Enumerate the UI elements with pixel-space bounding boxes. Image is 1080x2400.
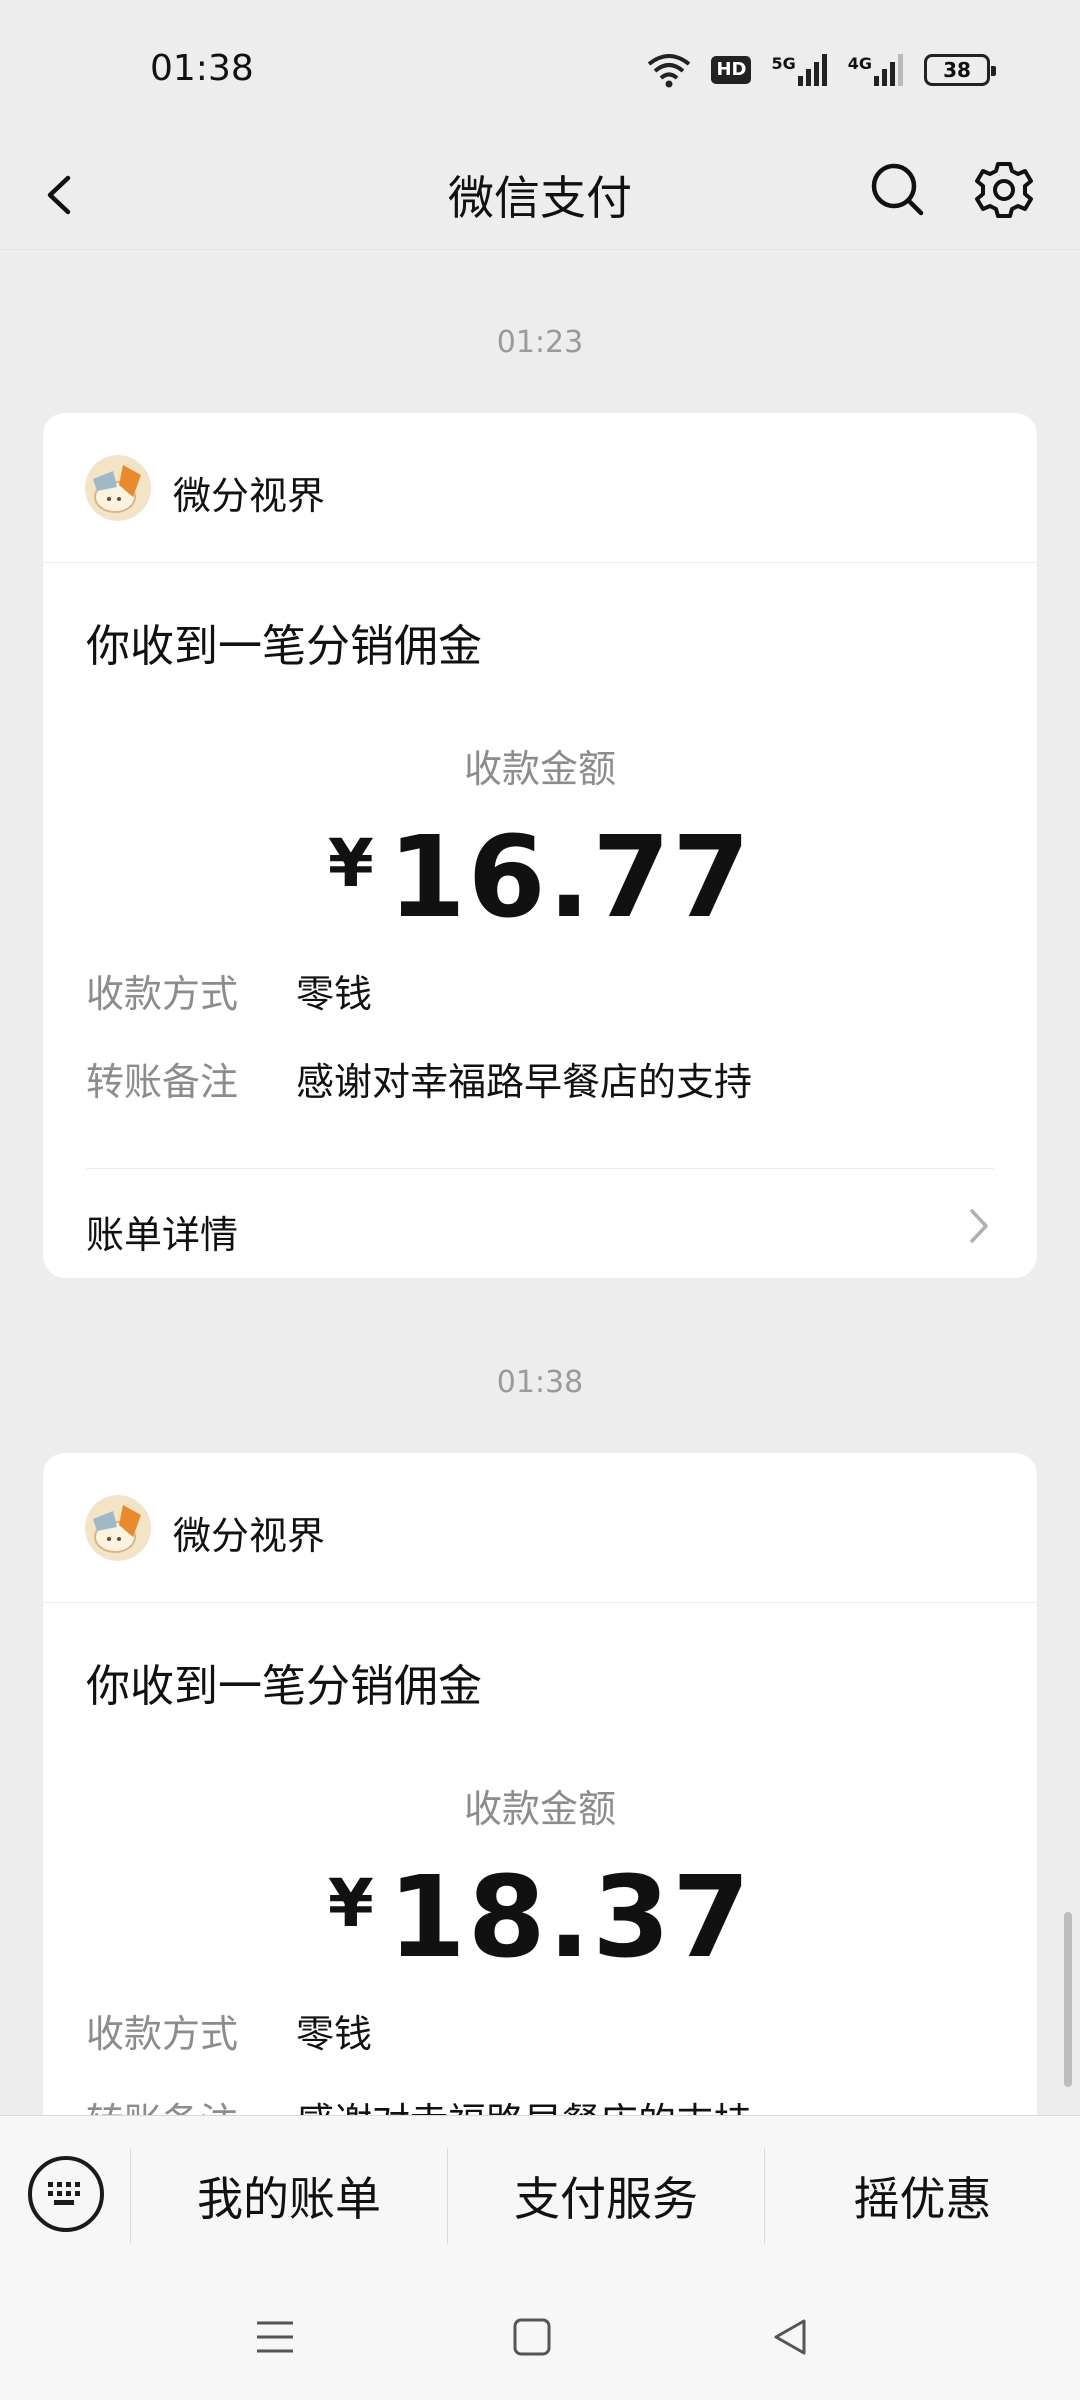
nav-menu-button[interactable] [245, 2307, 305, 2367]
signal-icon [874, 54, 903, 86]
payment-card[interactable]: 微分视界 你收到一笔分销佣金 收款金额 ¥16.77 收款方式 零钱 转账备注 感谢… [43, 413, 1037, 1278]
payment-method-row: 收款方式 零钱 [86, 2003, 372, 2058]
payment-card[interactable]: 微分视界 你收到一笔分销佣金 收款金额 ¥18.37 收款方式 零钱 转账备注感谢… [43, 1453, 1037, 2115]
home-icon [513, 2318, 551, 2356]
card-title: 你收到一笔分销佣金 [86, 621, 482, 672]
menu-my-bills[interactable]: 我的账单 [131, 2116, 447, 2276]
keyboard-icon [48, 2182, 80, 2205]
search-icon [871, 163, 924, 216]
bill-detail-label: 账单详情 [86, 1213, 239, 1257]
transfer-note-label: 转账备注 [86, 2091, 296, 2115]
card-header: 微分视界 [43, 413, 1037, 563]
search-button[interactable] [862, 154, 934, 226]
currency-symbol: ¥ [327, 825, 376, 902]
message-list[interactable]: 01:23 微分视界 你收到一笔分销佣金 收款金额 ¥16.77 收款方式 零钱 … [0, 250, 1080, 2115]
currency-symbol: ¥ [327, 1865, 376, 1942]
payment-method-value: 零钱 [296, 2012, 373, 2056]
transfer-note-row: 转账备注 感谢对幸福路早餐店的支持 [86, 1051, 752, 1106]
chevron-right-icon [970, 1209, 988, 1243]
menu-icon [257, 2321, 293, 2353]
message-timestamp: 01:38 [496, 1365, 584, 1400]
back-triangle-icon [774, 2319, 806, 2355]
card-header: 微分视界 [43, 1453, 1037, 1603]
back-button[interactable] [36, 162, 96, 228]
amount-value: ¥18.37 [43, 1853, 1037, 1983]
avatar [85, 1495, 151, 1561]
amount-label: 收款金额 [463, 747, 616, 791]
payment-method-value: 零钱 [296, 972, 373, 1016]
payment-method-row: 收款方式 零钱 [86, 963, 372, 1018]
status-bar: 01:38 HD 5G 4G 38 [0, 0, 1080, 140]
status-time: 01:38 [150, 48, 254, 89]
status-icons: HD 5G 4G 38 [647, 48, 996, 92]
menu-payment-services[interactable]: 支付服务 [448, 2116, 764, 2276]
scrollbar[interactable] [1064, 1912, 1072, 2087]
hd-badge: HD [711, 56, 752, 84]
bill-detail-link[interactable]: 账单详情 [86, 1169, 994, 1279]
nav-back-button[interactable] [760, 2307, 820, 2367]
net-5g-label: 5G [771, 54, 796, 73]
transfer-note-value: 感谢对幸福路早餐店的支持 [296, 2100, 752, 2115]
message-timestamp: 01:23 [496, 325, 584, 360]
merchant-name: 微分视界 [173, 474, 326, 518]
back-icon [47, 175, 71, 215]
amount-number: 18.37 [387, 1853, 753, 1983]
battery-indicator: 38 [924, 54, 996, 86]
transfer-note-label: 转账备注 [86, 1060, 239, 1104]
merchant-name: 微分视界 [173, 1514, 326, 1558]
amount-number: 16.77 [387, 813, 753, 943]
card-title: 你收到一笔分销佣金 [86, 1661, 482, 1712]
amount-label: 收款金额 [463, 1787, 616, 1831]
bottom-menu: 我的账单 支付服务 摇优惠 [0, 2115, 1080, 2275]
menu-shake-discount[interactable]: 摇优惠 [765, 2116, 1080, 2276]
net-4g-label: 4G [847, 54, 872, 73]
transfer-note-row: 转账备注感谢对幸福路早餐店的支持 [86, 2091, 752, 2115]
avatar [85, 455, 151, 521]
top-bar: 微信支付 [0, 140, 1080, 250]
amount-value: ¥16.77 [43, 813, 1037, 943]
wifi-icon [648, 54, 691, 88]
signal-4g: 4G [848, 54, 904, 86]
gear-icon [975, 162, 1033, 218]
transfer-note-value: 感谢对幸福路早餐店的支持 [296, 1060, 753, 1104]
signal-5g: 5G [771, 54, 827, 86]
settings-button[interactable] [968, 154, 1040, 226]
signal-icon [797, 54, 827, 86]
nav-home-button[interactable] [502, 2307, 562, 2367]
system-nav-bar [0, 2275, 1080, 2400]
payment-method-label: 收款方式 [86, 2012, 239, 2056]
keyboard-toggle-button[interactable] [28, 2156, 104, 2232]
payment-method-label: 收款方式 [86, 972, 239, 1016]
